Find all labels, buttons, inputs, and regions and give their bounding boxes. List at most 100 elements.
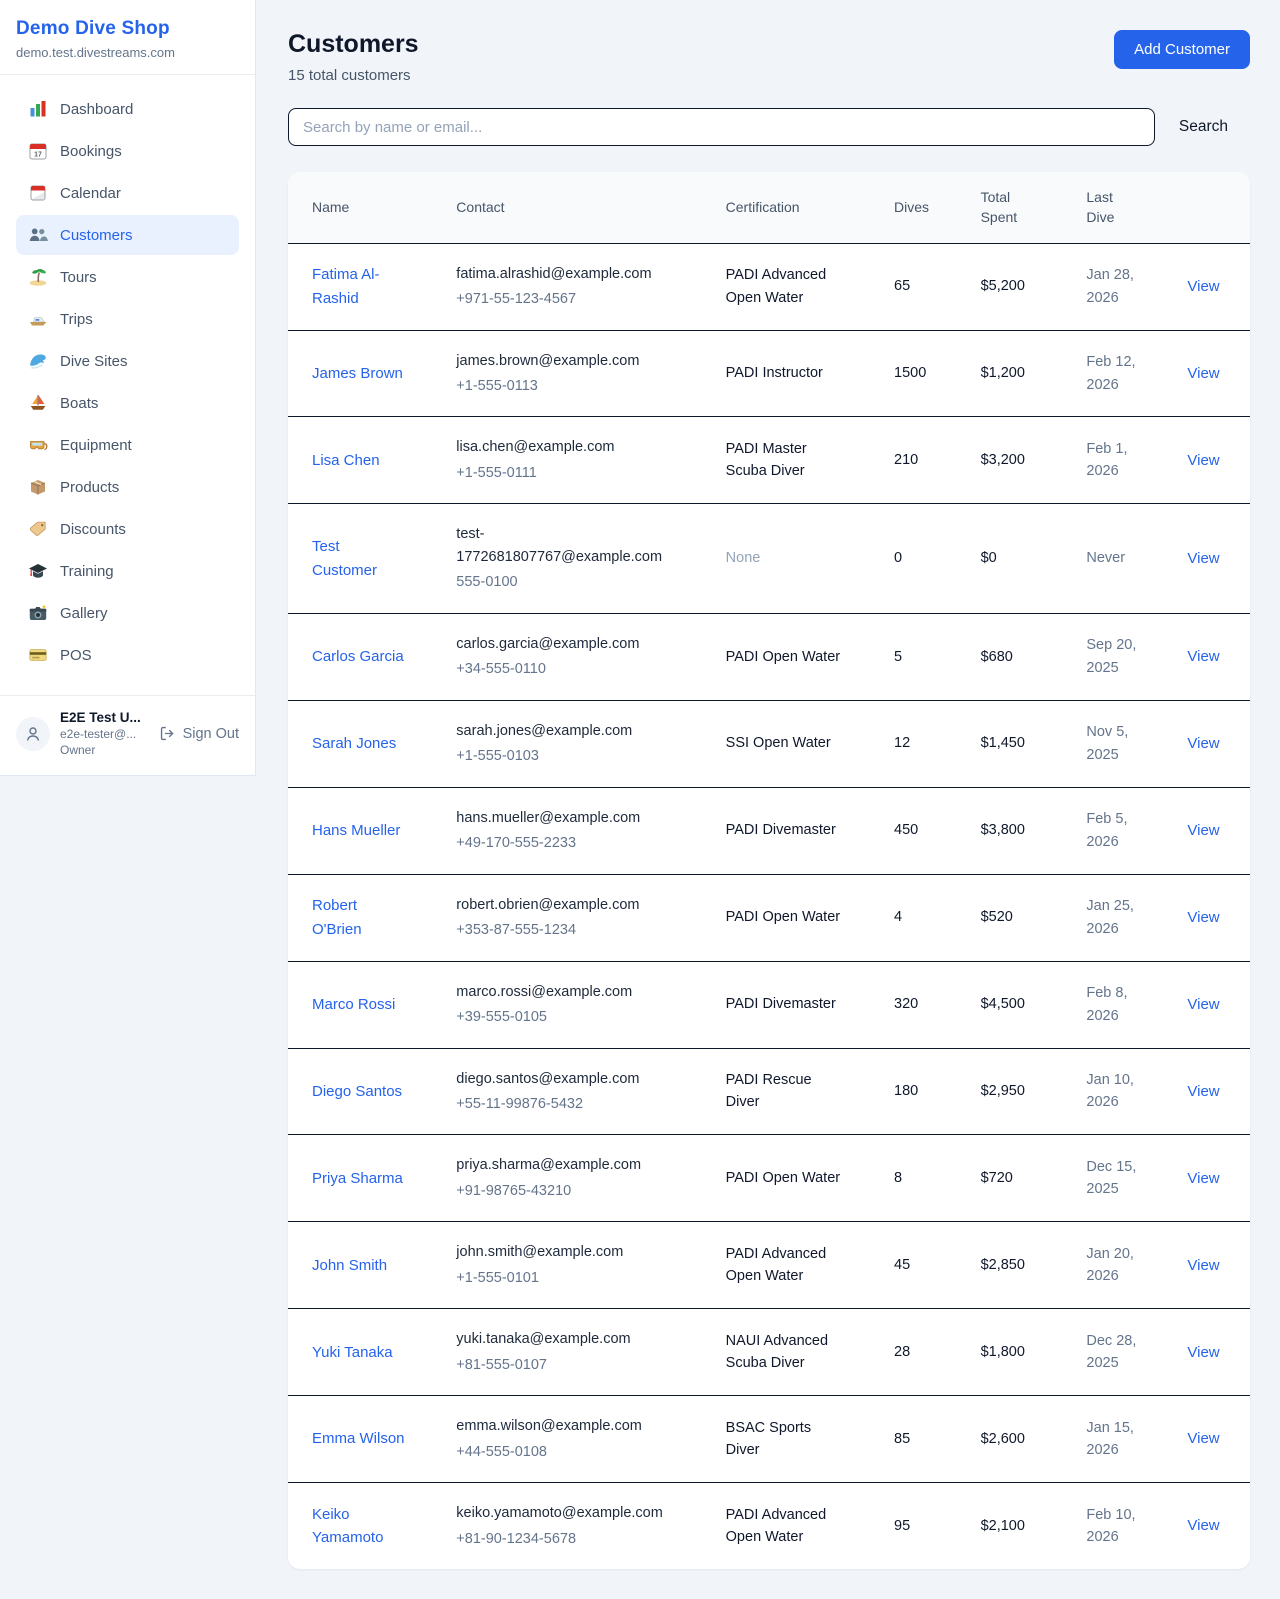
view-customer-link[interactable]: View xyxy=(1187,1517,1219,1534)
view-customer-link[interactable]: View xyxy=(1187,1083,1219,1100)
sidebar-item-trips[interactable]: Trips xyxy=(16,299,239,339)
customer-phone: +44-555-0108 xyxy=(456,1441,677,1463)
view-customer-link[interactable]: View xyxy=(1187,996,1219,1013)
customer-certification: SSI Open Water xyxy=(726,735,831,751)
customer-name-link[interactable]: James Brown xyxy=(312,365,403,382)
table-row: Fatima Al-Rashid fatima.alrashid@example… xyxy=(288,244,1250,330)
customer-name-link[interactable]: John Smith xyxy=(312,1257,387,1274)
view-customer-link[interactable]: View xyxy=(1187,735,1219,752)
customer-email: keiko.yamamoto@example.com xyxy=(456,1502,677,1524)
sidebar: Demo Dive Shop demo.test.divestreams.com… xyxy=(0,0,256,776)
avatar xyxy=(16,717,50,751)
customer-name-link[interactable]: Keiko Yamamoto xyxy=(312,1506,383,1546)
customer-certification: PADI Divemaster xyxy=(726,822,836,838)
sidebar-item-label: Customers xyxy=(60,227,133,244)
view-customer-link[interactable]: View xyxy=(1187,909,1219,926)
view-customer-link[interactable]: View xyxy=(1187,1170,1219,1187)
sidebar-item-discounts[interactable]: Discounts xyxy=(16,509,239,549)
customer-email: fatima.alrashid@example.com xyxy=(456,263,677,285)
customer-total-spent: $1,200 xyxy=(957,330,1063,417)
sidebar-item-equipment[interactable]: Equipment xyxy=(16,425,239,465)
sidebar-item-calendar[interactable]: Calendar xyxy=(16,173,239,213)
customer-name-link[interactable]: Yuki Tanaka xyxy=(312,1344,393,1361)
customer-phone: +1-555-0113 xyxy=(456,375,677,397)
view-customer-link[interactable]: View xyxy=(1187,365,1219,382)
customer-last-dive: Feb 10, 2026 xyxy=(1062,1482,1163,1569)
customer-last-dive: Never xyxy=(1062,503,1163,612)
sign-out-button[interactable]: Sign Out xyxy=(159,725,239,742)
sidebar-item-pos[interactable]: POS xyxy=(16,635,239,675)
sidebar-item-dive-sites[interactable]: Dive Sites xyxy=(16,341,239,381)
customer-name-link[interactable]: Test Customer xyxy=(312,538,377,578)
customer-phone: +81-90-1234-5678 xyxy=(456,1528,677,1550)
customer-name-link[interactable]: Diego Santos xyxy=(312,1083,402,1100)
customer-dives: 12 xyxy=(870,700,957,787)
view-customer-link[interactable]: View xyxy=(1187,550,1219,567)
sidebar-item-label: POS xyxy=(60,647,92,664)
customer-dives: 95 xyxy=(870,1482,957,1569)
customer-email: marco.rossi@example.com xyxy=(456,981,677,1003)
sidebar-item-customers[interactable]: Customers xyxy=(16,215,239,255)
view-customer-link[interactable]: View xyxy=(1187,1257,1219,1274)
sidebar-item-dashboard[interactable]: Dashboard xyxy=(16,89,239,129)
sidebar-item-boats[interactable]: Boats xyxy=(16,383,239,423)
sidebar-item-label: Boats xyxy=(60,395,98,412)
col-certification: Certification xyxy=(702,172,870,244)
view-customer-link[interactable]: View xyxy=(1187,278,1219,295)
col-dives: Dives xyxy=(870,172,957,244)
page-title: Customers xyxy=(288,30,419,59)
search-input[interactable] xyxy=(288,108,1155,146)
tear-off-calendar-icon xyxy=(28,183,48,203)
customer-name-link[interactable]: Emma Wilson xyxy=(312,1430,405,1447)
customer-name-link[interactable]: Sarah Jones xyxy=(312,735,396,752)
tag-icon xyxy=(28,519,48,539)
customer-certification: PADI Open Water xyxy=(726,649,840,665)
table-row: Carlos Garcia carlos.garcia@example.com+… xyxy=(288,613,1250,700)
sidebar-item-label: Discounts xyxy=(60,521,126,538)
customer-phone: +49-170-555-2233 xyxy=(456,832,677,854)
col-actions xyxy=(1163,172,1250,244)
table-row: Marco Rossi marco.rossi@example.com+39-5… xyxy=(288,961,1250,1048)
customer-name-link[interactable]: Marco Rossi xyxy=(312,996,395,1013)
customer-dives: 4 xyxy=(870,874,957,961)
view-customer-link[interactable]: View xyxy=(1187,822,1219,839)
customer-last-dive: Jan 28, 2026 xyxy=(1062,244,1163,330)
customer-name-link[interactable]: Robert O'Brien xyxy=(312,897,362,937)
customer-name-link[interactable]: Hans Mueller xyxy=(312,822,400,839)
customer-phone: +34-555-0110 xyxy=(456,658,677,680)
sidebar-item-bookings[interactable]: 17 Bookings xyxy=(16,131,239,171)
customer-certification: PADI Open Water xyxy=(726,909,840,925)
customer-dives: 210 xyxy=(870,416,957,503)
sidebar-item-tours[interactable]: Tours xyxy=(16,257,239,297)
customer-last-dive: Jan 20, 2026 xyxy=(1062,1221,1163,1308)
search-button[interactable]: Search xyxy=(1157,108,1250,146)
customer-name-link[interactable]: Carlos Garcia xyxy=(312,648,404,665)
customer-name-link[interactable]: Priya Sharma xyxy=(312,1170,403,1187)
view-customer-link[interactable]: View xyxy=(1187,452,1219,469)
customer-last-dive: Dec 28, 2025 xyxy=(1062,1308,1163,1395)
col-contact: Contact xyxy=(432,172,701,244)
customer-certification: PADI Advanced Open Water xyxy=(726,1507,827,1545)
col-name: Name xyxy=(288,172,432,244)
view-customer-link[interactable]: View xyxy=(1187,648,1219,665)
customer-last-dive: Feb 12, 2026 xyxy=(1062,330,1163,417)
page-title-block: Customers 15 total customers xyxy=(288,30,419,84)
view-customer-link[interactable]: View xyxy=(1187,1430,1219,1447)
customer-dives: 450 xyxy=(870,787,957,874)
view-customer-link[interactable]: View xyxy=(1187,1344,1219,1361)
sidebar-item-training[interactable]: Training xyxy=(16,551,239,591)
sidebar-item-products[interactable]: Products xyxy=(16,467,239,507)
add-customer-button[interactable]: Add Customer xyxy=(1114,30,1250,69)
svg-text:17: 17 xyxy=(34,152,42,159)
sidebar-item-label: Equipment xyxy=(60,437,132,454)
credit-card-icon xyxy=(28,645,48,665)
user-email: e2e-tester@... xyxy=(60,727,149,741)
customer-name-link[interactable]: Fatima Al-Rashid xyxy=(312,266,380,306)
camera-icon xyxy=(28,603,48,623)
customer-dives: 320 xyxy=(870,961,957,1048)
customer-email: james.brown@example.com xyxy=(456,350,677,372)
customer-name-link[interactable]: Lisa Chen xyxy=(312,452,380,469)
customer-email: sarah.jones@example.com xyxy=(456,720,677,742)
sidebar-item-gallery[interactable]: Gallery xyxy=(16,593,239,633)
customer-total-spent: $2,100 xyxy=(957,1482,1063,1569)
